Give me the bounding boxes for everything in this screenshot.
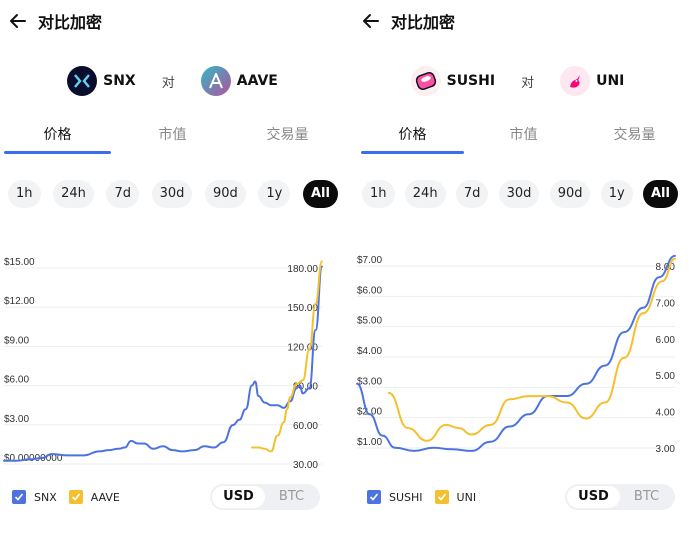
tab-market-cap[interactable]: 市值 [115, 118, 230, 154]
price-chart-svg: $15.00$12.00$9.00$6.00$3.00$0.0000000018… [3, 257, 323, 471]
tab-volume[interactable]: 交易量 [579, 118, 690, 154]
time-range-selector: 1h 24h 7d 30d 90d 1y All [362, 180, 678, 208]
arrow-left-icon [10, 14, 26, 28]
range-1y[interactable]: 1y [258, 180, 291, 208]
tab-market-cap[interactable]: 市值 [468, 118, 579, 154]
currency-toggle: USD BTC [565, 484, 675, 510]
range-all[interactable]: All [302, 180, 338, 208]
checkbox-checked-icon [68, 490, 83, 504]
currency-usd[interactable]: USD [212, 486, 265, 508]
range-7d[interactable]: 7d [455, 180, 489, 208]
chart-legend: SUSHI UNI [367, 485, 488, 509]
aave-logo-icon [200, 66, 231, 96]
tab-volume[interactable]: 交易量 [230, 118, 345, 154]
vs-label: 对 [161, 75, 175, 91]
price-chart-svg: $7.00$6.00$5.00$4.00$3.00$2.00$1.008.007… [356, 254, 676, 455]
coin-b-name: AAVE [236, 73, 278, 89]
metric-tabs: 价格 市值 交易量 [357, 118, 690, 154]
time-range-selector: 1h 24h 7d 30d 90d 1y All [8, 180, 338, 208]
tab-price[interactable]: 价格 [357, 118, 468, 154]
coin-a-name: SUSHI [446, 73, 496, 89]
back-button[interactable] [357, 7, 385, 35]
legend-label-a: SNX [34, 490, 57, 504]
checkbox-checked-icon [12, 490, 26, 504]
currency-toggle: USD BTC [210, 484, 320, 510]
range-24h[interactable]: 24h [404, 180, 446, 208]
tab-price[interactable]: 价格 [0, 118, 115, 154]
metric-tabs: 价格 市值 交易量 [0, 118, 345, 154]
left-axis-tick: $4.00 [357, 346, 382, 357]
left-axis-tick: $7.00 [357, 255, 382, 266]
legend-toggle-a[interactable]: SNX [12, 490, 57, 504]
legend-label-b: UNI [456, 490, 477, 504]
left-axis-tick: $12.00 [4, 296, 35, 307]
left-axis-tick: $3.00 [357, 376, 382, 387]
range-90d[interactable]: 90d [549, 180, 591, 208]
top-bar: 对比加密 [345, 6, 455, 36]
checkbox-checked-icon [367, 490, 381, 504]
coin-b-name: UNI [596, 73, 625, 89]
coin-a-selector[interactable]: SNX [67, 66, 136, 96]
sushi-logo-icon [410, 66, 441, 96]
compare-panel-left: 对比加密 SNX 对 AAVE 价格 市值 交易量 1h 24h 7d 30d … [0, 0, 345, 538]
checkbox-checked-icon [434, 490, 449, 504]
uni-logo-icon [560, 66, 591, 96]
coin-pair: SNX 对 AAVE [0, 62, 345, 100]
currency-usd[interactable]: USD [567, 486, 620, 508]
right-axis-tick: 30.00 [293, 460, 318, 471]
series-line-sushi [356, 254, 676, 452]
right-axis-tick: 3.00 [656, 444, 676, 455]
coin-a-selector[interactable]: SUSHI [410, 66, 496, 96]
series-line-snx [3, 265, 323, 462]
range-90d[interactable]: 90d [205, 180, 246, 208]
top-bar: 对比加密 [0, 6, 102, 36]
snx-logo-icon [67, 66, 98, 96]
coin-a-name: SNX [103, 73, 136, 89]
left-axis-tick: $9.00 [4, 335, 29, 346]
right-axis-tick: 60.00 [293, 421, 318, 432]
right-axis-tick: 180.00 [287, 264, 318, 275]
vs-label: 对 [521, 75, 535, 91]
right-axis-tick: 5.00 [656, 371, 676, 382]
chart-legend: SNX AAVE [12, 485, 132, 509]
left-axis-tick: $6.00 [357, 285, 382, 296]
range-24h[interactable]: 24h [53, 180, 94, 208]
range-30d[interactable]: 30d [151, 180, 193, 208]
price-chart: $15.00 $12.00 $9.00 $6.00 $3.00 $0.00000000 18… [0, 250, 345, 475]
right-axis-tick: 7.00 [656, 298, 676, 309]
left-axis-tick: $3.00 [4, 414, 29, 425]
currency-btc[interactable]: BTC [265, 486, 318, 508]
arrow-left-icon [363, 14, 379, 28]
currency-btc[interactable]: BTC [620, 486, 673, 508]
back-button[interactable] [4, 7, 32, 35]
range-30d[interactable]: 30d [498, 180, 540, 208]
left-axis-tick: $5.00 [357, 316, 382, 327]
right-axis-tick: 6.00 [656, 335, 676, 346]
legend-toggle-a[interactable]: SUSHI [367, 490, 423, 504]
coin-b-selector[interactable]: AAVE [200, 66, 278, 96]
left-axis-tick: $1.00 [357, 437, 382, 448]
left-axis-tick: $15.00 [4, 257, 35, 268]
coin-b-selector[interactable]: UNI [560, 66, 624, 96]
coin-pair: SUSHI 对 UNI [345, 62, 690, 100]
range-1h[interactable]: 1h [8, 180, 41, 208]
legend-label-b: AAVE [90, 490, 120, 504]
compare-panel-right: 对比加密 SUSHI 对 UNI 价格 市值 交易量 1h 24h 7d 30d… [345, 0, 690, 538]
range-1y[interactable]: 1y [600, 180, 633, 208]
legend-label-a: SUSHI [389, 490, 423, 504]
left-axis-tick: $6.00 [4, 375, 29, 386]
page-title: 对比加密 [38, 13, 103, 32]
price-chart: $7.00 $6.00 $5.00 $4.00 $3.00 $2.00 $1.00 8.00 7… [345, 250, 690, 475]
range-all[interactable]: All [642, 180, 678, 208]
legend-toggle-b[interactable]: UNI [434, 490, 477, 504]
range-7d[interactable]: 7d [106, 180, 140, 208]
page-title: 对比加密 [391, 13, 456, 32]
legend-toggle-b[interactable]: AAVE [68, 490, 120, 504]
range-1h[interactable]: 1h [362, 180, 395, 208]
right-axis-tick: 4.00 [656, 408, 676, 419]
left-axis-tick: $2.00 [357, 407, 382, 418]
